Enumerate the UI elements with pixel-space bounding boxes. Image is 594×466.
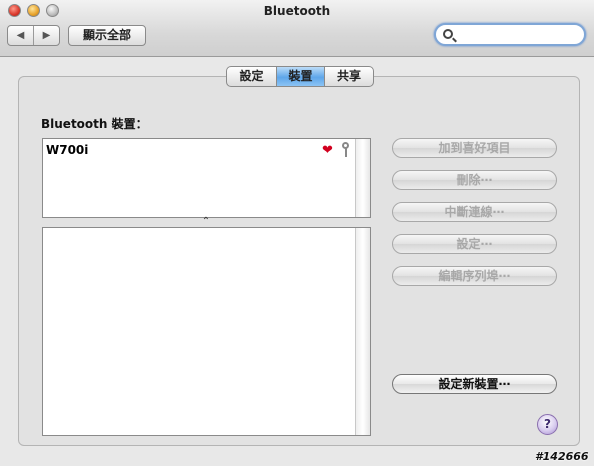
forward-button[interactable]: ▶	[33, 26, 59, 45]
watermark-text: #142666	[535, 450, 589, 463]
tab-devices[interactable]: 裝置	[276, 67, 324, 86]
tab-sharing[interactable]: 共享	[324, 67, 373, 86]
devices-list[interactable]: W700i ❤	[42, 138, 371, 218]
search-icon	[443, 29, 453, 39]
tab-bar: 設定 裝置 共享	[226, 66, 374, 87]
back-button[interactable]: ◀	[8, 26, 33, 45]
details-scrollbar[interactable]	[355, 228, 370, 435]
devices-list-scrollbar[interactable]	[355, 139, 370, 217]
add-to-favorites-button[interactable]: 加到喜好項目	[392, 138, 557, 158]
device-name: W700i	[46, 143, 89, 157]
devices-list-label: Bluetooth 裝置：	[41, 117, 148, 131]
help-button[interactable]: ?	[537, 414, 558, 435]
back-forward-control: ◀ ▶	[7, 25, 60, 46]
disconnect-button[interactable]: 中斷連線⋯	[392, 202, 557, 222]
show-all-button[interactable]: 顯示全部	[68, 25, 146, 46]
heart-icon: ❤	[322, 143, 333, 158]
setup-new-device-button[interactable]: 設定新裝置⋯	[392, 374, 557, 394]
split-view-handle[interactable]: ⌃	[200, 217, 212, 227]
search-input[interactable]	[458, 27, 578, 43]
key-icon	[341, 142, 349, 158]
configure-button[interactable]: 設定⋯	[392, 234, 557, 254]
title-bar: Bluetooth ◀ ▶ 顯示全部	[0, 0, 594, 57]
delete-button[interactable]: 刪除⋯	[392, 170, 557, 190]
search-field[interactable]	[434, 23, 586, 46]
list-item[interactable]: W700i ❤	[44, 141, 356, 159]
edit-serial-ports-button[interactable]: 編輯序列埠⋯	[392, 266, 557, 286]
window-title: Bluetooth	[263, 4, 331, 18]
preferences-window: Bluetooth ◀ ▶ 顯示全部 設定 裝置 共享 Bluetooth 裝置…	[0, 0, 594, 466]
tab-settings[interactable]: 設定	[227, 67, 276, 86]
device-details-pane	[42, 227, 371, 436]
